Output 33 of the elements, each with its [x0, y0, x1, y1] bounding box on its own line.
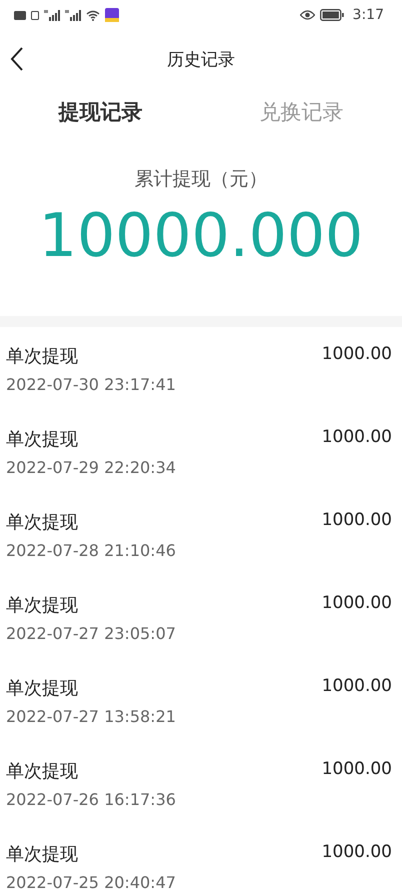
record-amount: 1000.00 — [322, 759, 392, 779]
record-amount: 1000.00 — [322, 344, 392, 364]
record-time: 2022-07-26 16:17:36 — [6, 790, 176, 809]
record-time: 2022-07-25 20:40:47 — [6, 873, 176, 891]
record-title: 单次提现 — [6, 594, 79, 617]
record-time: 2022-07-30 23:17:41 — [6, 375, 176, 394]
record-title: 单次提现 — [6, 677, 79, 700]
record-amount: 1000.00 — [322, 676, 392, 696]
record-amount: 1000.00 — [322, 510, 392, 530]
tab[interactable]: 提现记录 — [0, 98, 201, 126]
eye-icon — [300, 10, 315, 20]
status-time: 3:17 — [352, 7, 384, 23]
summary-label: 累计提现（元） — [134, 167, 268, 192]
record-title: 单次提现 — [6, 511, 79, 534]
app-icon — [105, 8, 119, 22]
signal-icon — [44, 10, 60, 20]
page-title: 历史记录 — [167, 48, 235, 70]
record-amount: 1000.00 — [322, 842, 392, 862]
total-amount: 10000.000 — [38, 200, 364, 272]
record-time: 2022-07-28 21:10:46 — [6, 541, 176, 560]
record-amount: 1000.00 — [322, 593, 392, 613]
record-title: 单次提现 — [6, 843, 79, 866]
battery-icon — [320, 9, 344, 21]
record-time: 2022-07-27 13:58:21 — [6, 707, 176, 726]
record-title: 单次提现 — [6, 428, 79, 451]
record-title: 单次提现 — [6, 760, 79, 783]
record-title: 单次提现 — [6, 345, 79, 368]
record-time: 2022-07-29 22:20:34 — [6, 458, 176, 477]
record-amount: 1000.00 — [322, 427, 392, 447]
wifi-icon — [86, 10, 100, 20]
signal-icon — [65, 10, 81, 20]
record-time: 2022-07-27 23:05:07 — [6, 624, 176, 643]
back-icon[interactable] — [10, 47, 24, 71]
